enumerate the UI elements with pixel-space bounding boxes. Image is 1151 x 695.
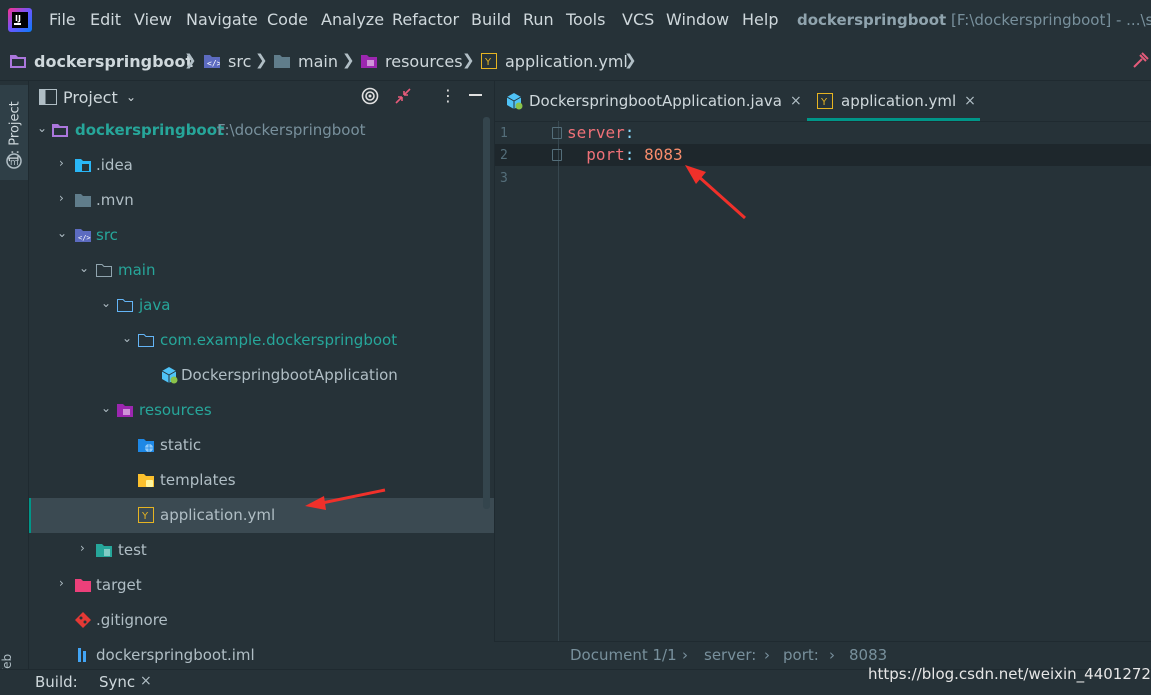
annotation-arrows bbox=[305, 165, 746, 510]
annotation-arrow-editor bbox=[685, 165, 746, 220]
annotation-arrow-tree bbox=[305, 488, 386, 510]
